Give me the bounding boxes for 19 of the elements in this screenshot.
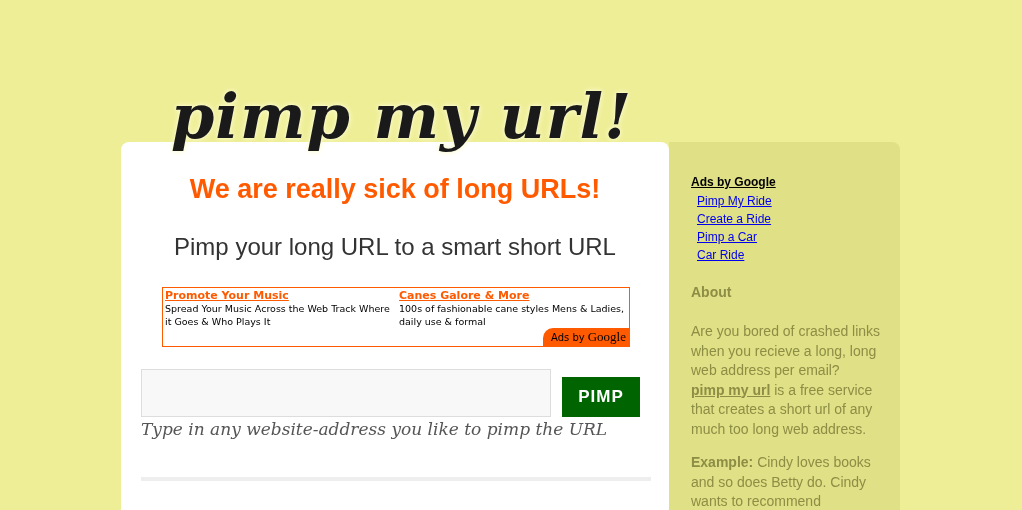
ad-link[interactable]: Create a Ride [697,210,772,228]
ad-link[interactable]: Car Ride [697,246,745,264]
tagline: Pimp your long URL to a smart short URL [173,233,617,261]
example-paragraph: Example: Cindy loves books and so does Betty do. Cindy wants to recommend [691,453,872,510]
ads-heading: Ads by Google [691,175,776,189]
ad-link[interactable]: Pimp a Car [697,228,758,246]
ad-text: Spread Your Music Across the Web Track Where it Goes & Who Plays It [165,302,391,328]
pimp-button[interactable]: PIMP [562,377,640,417]
about-heading: About [691,284,733,300]
site-logo: pimp my url! [171,79,633,155]
about-paragraph: Are you bored of crashed links when you recieve a long, long web address per email? pimp my url is a free service that creates a short url of any much too long web address. [691,322,882,439]
url-input-field[interactable] [141,369,551,417]
ad-link[interactable]: Pimp My Ride [697,192,772,210]
ad-text: 100s of fashionable cane styles Mens & Ladies, daily use & formal [399,302,625,328]
ads-badge[interactable]: Ads by Google [543,328,629,346]
headline: We are really sick of long URLs! [188,174,602,205]
input-hint: Type in any website-address you like to pimp the URL [141,419,609,439]
badge-brand: Google [587,329,626,345]
badge-text: Ads by [551,332,585,343]
